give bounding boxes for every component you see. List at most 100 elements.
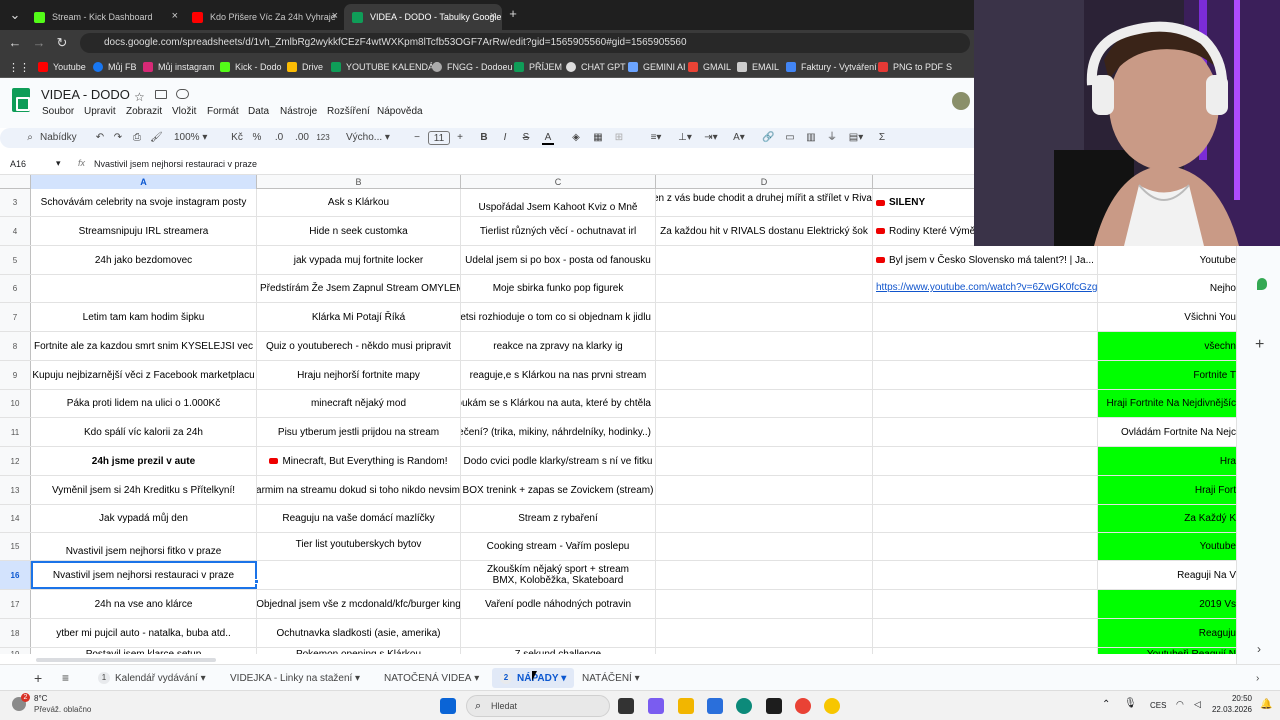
cell-c[interactable]: Udelal jsem si po box - posta od fanousk… bbox=[461, 246, 656, 274]
cell-e[interactable]: https://www.youtube.com/watch?v=6ZwGK0fc… bbox=[873, 275, 1098, 302]
chrome-icon[interactable] bbox=[795, 698, 811, 714]
edge-icon[interactable] bbox=[736, 698, 752, 714]
font-select[interactable]: Výcho... ▾ bbox=[346, 131, 396, 145]
cell-d[interactable] bbox=[656, 361, 873, 389]
row-header[interactable]: 10 bbox=[0, 390, 31, 417]
italic-icon[interactable]: I bbox=[500, 131, 510, 145]
align-icon[interactable]: ≡▾ bbox=[647, 131, 665, 145]
menu-view[interactable]: Zobrazit bbox=[126, 106, 162, 117]
cell-a[interactable]: Schovávám celebrity na svoje instagram p… bbox=[31, 189, 257, 216]
decrease-decimal-button[interactable]: .0 bbox=[272, 131, 286, 145]
apps-icon[interactable]: ⋮⋮ bbox=[8, 60, 30, 74]
sheet-tab-calendar[interactable]: 1 Kalendář vydávání ▾ bbox=[98, 670, 206, 686]
cell-c[interactable]: lo stetsi rozhioduje o tom co si objedna… bbox=[461, 303, 656, 331]
cell-a[interactable]: Jak vypadá můj den bbox=[31, 505, 257, 532]
browser-tab-youtube[interactable]: Kdo Přišere Víc Za 24h Vyhraje × bbox=[184, 4, 344, 30]
row-header[interactable]: 6 bbox=[0, 275, 31, 302]
row-header[interactable]: 7 bbox=[0, 303, 31, 331]
browser-tab-kick[interactable]: Stream - Kick Dashboard × bbox=[26, 4, 184, 30]
row-header[interactable]: 14 bbox=[0, 505, 31, 532]
bookmark-kick[interactable]: Kick - Dodo bbox=[220, 60, 282, 74]
avatar[interactable] bbox=[952, 92, 970, 110]
cell-f[interactable]: Youtubeři Reagují N bbox=[1098, 648, 1240, 654]
cell-e[interactable] bbox=[873, 418, 1098, 446]
all-sheets-icon[interactable]: ≡ bbox=[62, 670, 69, 686]
cell-b[interactable]: Pisu ytberum jestli prijdou na stream bbox=[257, 418, 461, 446]
row-header[interactable]: 4 bbox=[0, 217, 31, 245]
cell-e[interactable] bbox=[873, 361, 1098, 389]
cell-a[interactable]: ytber mi pujcil auto - natalka, buba atd… bbox=[31, 619, 257, 647]
row-header[interactable]: 9 bbox=[0, 361, 31, 389]
sheet-tab-natocena[interactable]: NATOČENÁ VIDEA ▾ bbox=[384, 670, 479, 686]
cell-d[interactable] bbox=[656, 619, 873, 647]
cell-b[interactable]: Minecraft, But Everything is Random! bbox=[257, 447, 461, 475]
menus-search[interactable]: Nabídky bbox=[40, 131, 80, 145]
cell-c[interactable]: 7 sekund challenge bbox=[461, 648, 656, 654]
cell-c[interactable]: m za oblečení? (trika, mikiny, náhrdelní… bbox=[461, 418, 656, 446]
cell-d[interactable] bbox=[656, 303, 873, 331]
merge-icon[interactable]: ⊞ bbox=[613, 131, 625, 145]
notifications-icon[interactable]: 🔔 bbox=[1260, 699, 1272, 710]
zoom-select[interactable]: 100% ▾ bbox=[174, 131, 214, 145]
menu-help[interactable]: Nápověda bbox=[377, 106, 423, 117]
column-header-d[interactable]: D bbox=[656, 175, 873, 189]
document-title[interactable]: VIDEA - DODO bbox=[41, 87, 130, 102]
font-size-input[interactable]: 11 bbox=[428, 131, 450, 145]
cell-d[interactable] bbox=[656, 561, 873, 589]
cell-a[interactable] bbox=[31, 275, 257, 302]
bookmark-fngg[interactable]: FNGG - Dodoeu bbox=[432, 60, 513, 74]
column-header-b[interactable]: B bbox=[257, 175, 461, 189]
column-header-c[interactable]: C bbox=[461, 175, 656, 189]
cell-a[interactable]: Páka proti lidem na ulici o 1.000Kč bbox=[31, 390, 257, 417]
cell-f[interactable]: Hraji Fort bbox=[1098, 476, 1240, 504]
row-header[interactable]: 18 bbox=[0, 619, 31, 647]
reload-icon[interactable]: ↻ bbox=[53, 34, 71, 52]
cell-c[interactable] bbox=[461, 619, 656, 647]
bookmark-png-pdf[interactable]: PNG to PDF bbox=[878, 60, 943, 74]
cell-f[interactable]: Hra bbox=[1098, 447, 1240, 475]
cell-f[interactable]: Youtube bbox=[1098, 533, 1240, 560]
cell-c[interactable]: Stream z rybaření bbox=[461, 505, 656, 532]
cell-e[interactable] bbox=[873, 590, 1098, 618]
network-icon[interactable]: ◠ bbox=[1176, 699, 1184, 710]
bookmark-s[interactable]: S bbox=[946, 60, 952, 74]
cell-d[interactable] bbox=[656, 246, 873, 274]
name-box-dropdown-icon[interactable]: ▾ bbox=[56, 158, 61, 169]
chart-icon[interactable]: ▥ bbox=[805, 131, 817, 145]
bookmark-instagram[interactable]: Můj instagram bbox=[143, 60, 215, 74]
bookmark-chatgpt[interactable]: CHAT GPT bbox=[566, 60, 626, 74]
column-header-a[interactable]: A bbox=[31, 175, 257, 189]
cell-a[interactable]: 24h jako bezdomovec bbox=[31, 246, 257, 274]
terminal-icon[interactable] bbox=[766, 698, 782, 714]
folder-icon[interactable] bbox=[155, 90, 167, 99]
increase-decimal-button[interactable]: .00 bbox=[294, 131, 310, 145]
filter-icon[interactable]: ⏚ bbox=[826, 131, 838, 145]
cell-d[interactable] bbox=[656, 590, 873, 618]
add-sheet-icon[interactable]: + bbox=[34, 670, 42, 686]
menu-format[interactable]: Formát bbox=[207, 106, 239, 117]
cell-c[interactable]: Moje sbirka funko pop figurek bbox=[461, 275, 656, 302]
cell-b[interactable]: Předstírám Že Jsem Zapnul Stream OMYLEM! bbox=[257, 275, 461, 302]
star-icon[interactable]: ☆ bbox=[134, 90, 145, 104]
maps-icon[interactable] bbox=[1257, 278, 1267, 290]
increase-font-button[interactable]: + bbox=[455, 131, 465, 145]
cell-b[interactable]: Klárka Mi Potají Říká bbox=[257, 303, 461, 331]
scroll-right-icon[interactable]: › bbox=[1256, 670, 1259, 686]
vertical-align-icon[interactable]: ⊥▾ bbox=[676, 131, 694, 145]
cell-a[interactable]: Streamsnipuju IRL streamera bbox=[31, 217, 257, 245]
cell-d[interactable] bbox=[656, 447, 873, 475]
clock-date[interactable]: 22.03.2026 bbox=[1206, 705, 1252, 714]
fill-color-icon[interactable]: ◈ bbox=[570, 131, 582, 145]
cell-e[interactable] bbox=[873, 648, 1098, 654]
name-box[interactable]: A16 bbox=[10, 159, 26, 169]
cell-e[interactable] bbox=[873, 303, 1098, 331]
forward-icon[interactable]: → bbox=[30, 34, 48, 52]
cell-c[interactable]: Zkouškím nějaký sport + stream BMX, Kolo… bbox=[461, 561, 656, 589]
cell-d[interactable] bbox=[656, 505, 873, 532]
taskbar-search[interactable]: ⌕ Hledat bbox=[466, 695, 610, 717]
text-color-icon[interactable]: A bbox=[542, 131, 554, 145]
cell-f[interactable]: Reaguju bbox=[1098, 619, 1240, 647]
cell-e[interactable] bbox=[873, 390, 1098, 417]
print-icon[interactable]: ⎙ bbox=[131, 131, 143, 145]
cell-a[interactable]: Fortnite ale za kazdou smrt snim KYSELEJ… bbox=[31, 332, 257, 360]
